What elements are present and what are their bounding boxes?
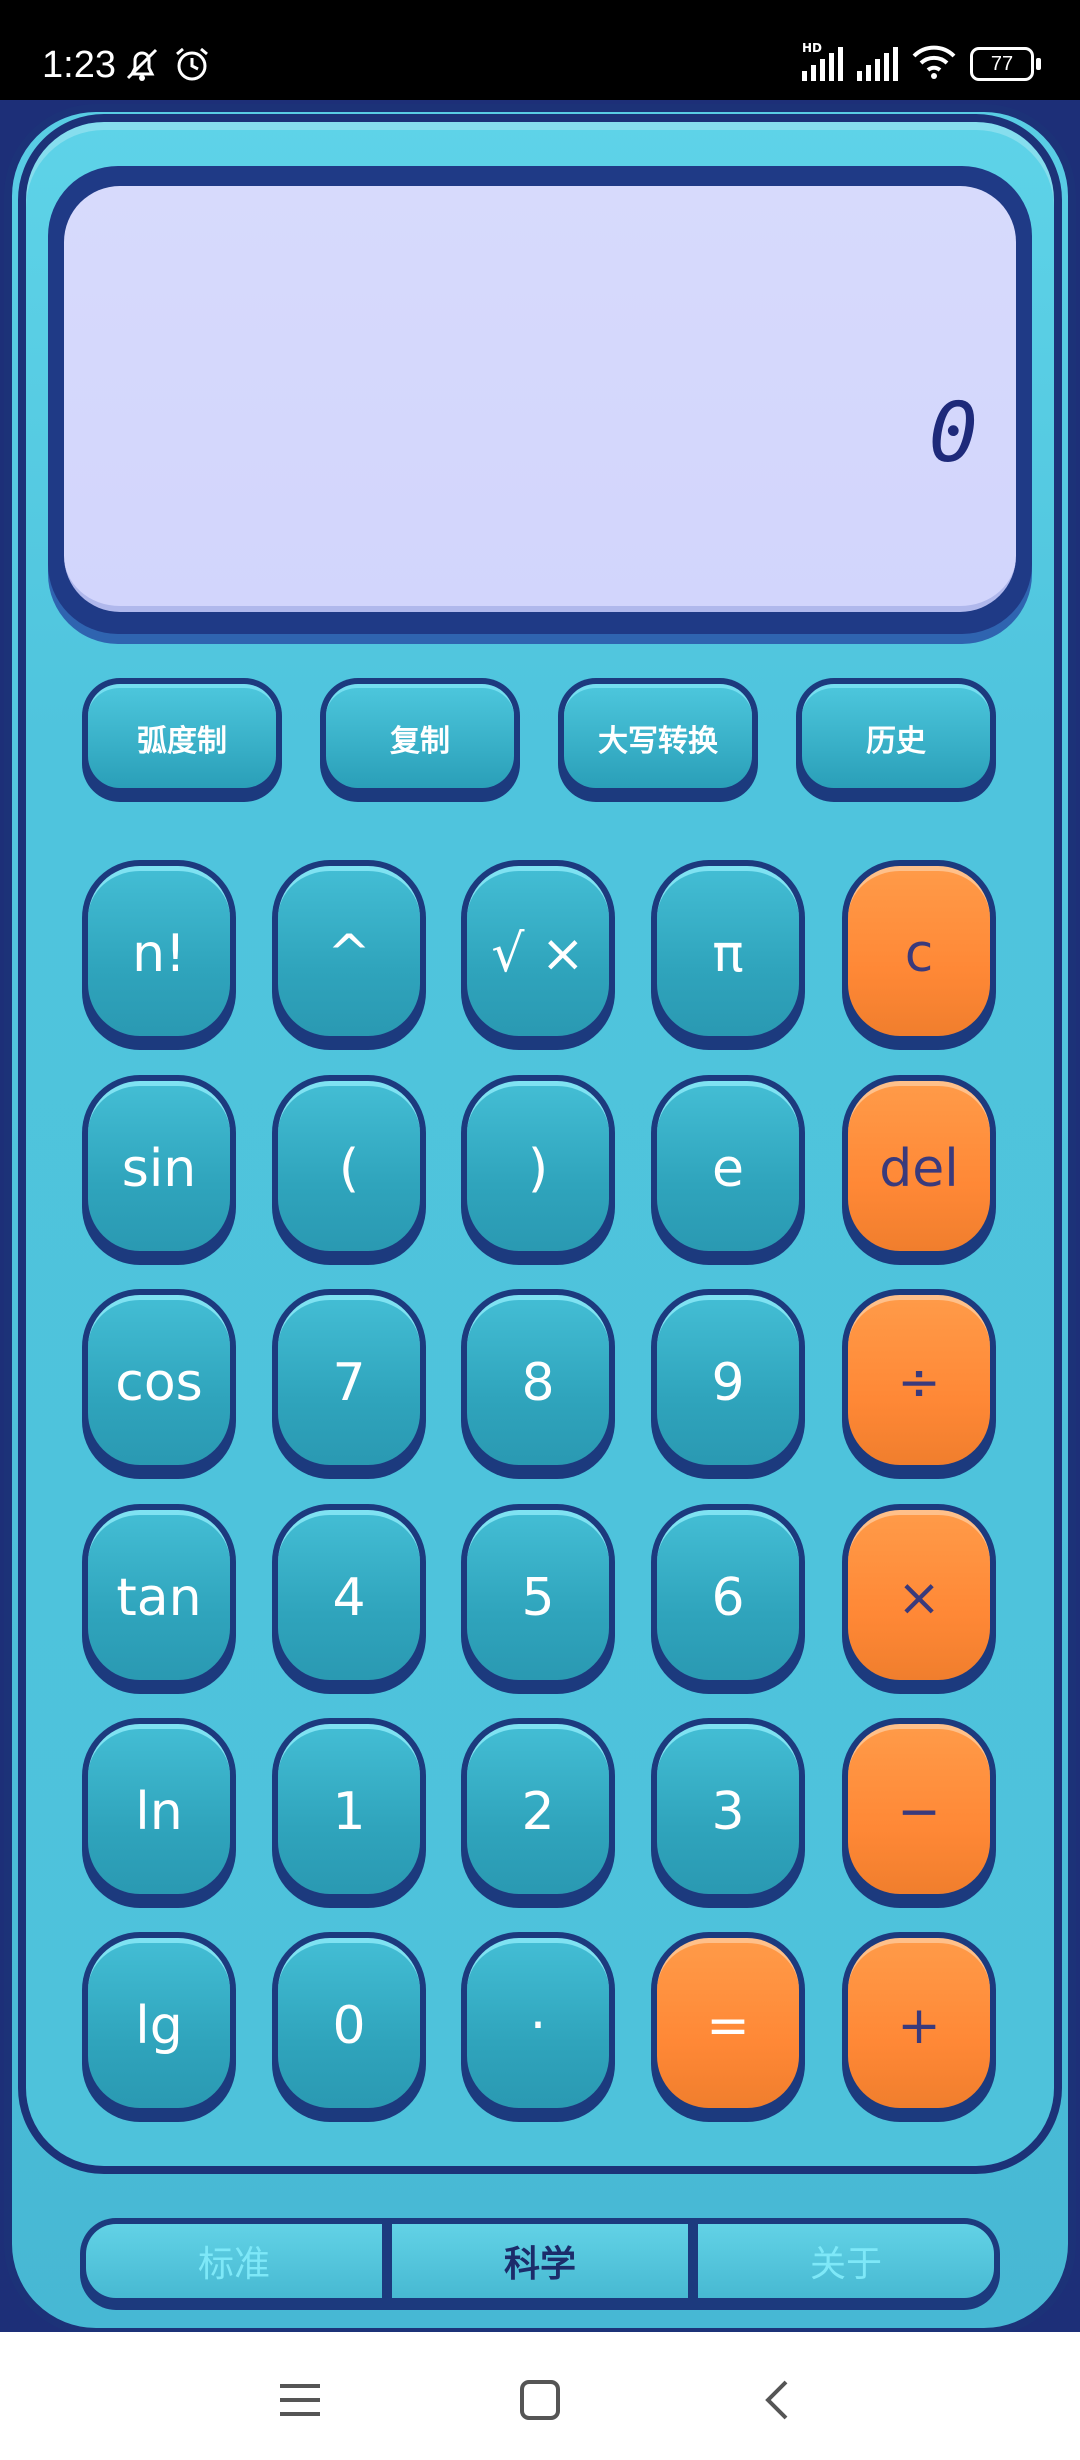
- lg-key-label: lg: [88, 1938, 230, 2108]
- status-time: 1:23: [42, 44, 116, 86]
- digit-8-key-label: 8: [467, 1295, 609, 1465]
- copy-button[interactable]: 复制: [320, 678, 520, 802]
- factorial-key-label: n!: [88, 866, 230, 1036]
- multiply-key-label: ×: [848, 1510, 990, 1680]
- digit-1-key[interactable]: 1: [272, 1718, 426, 1908]
- right-paren-key[interactable]: ): [461, 1075, 615, 1265]
- back-icon[interactable]: [748, 2370, 808, 2430]
- digit-5-key[interactable]: 5: [461, 1504, 615, 1694]
- add-key-label: +: [848, 1938, 990, 2108]
- digit-4-key[interactable]: 4: [272, 1504, 426, 1694]
- function-row: 弧度制 复制 大写转换 历史: [82, 678, 1000, 806]
- tan-key-label: tan: [88, 1510, 230, 1680]
- status-indicators: HD 77: [802, 41, 1041, 84]
- home-icon[interactable]: [510, 2370, 570, 2430]
- cos-key[interactable]: cos: [82, 1289, 236, 1479]
- digit-4-key-label: 4: [278, 1510, 420, 1680]
- cos-key-label: cos: [88, 1295, 230, 1465]
- history-button[interactable]: 历史: [796, 678, 996, 802]
- uppercase-convert-button[interactable]: 大写转换: [558, 678, 758, 802]
- digit-2-key-label: 2: [467, 1724, 609, 1894]
- multiply-key[interactable]: ×: [842, 1504, 996, 1694]
- divide-key-label: ÷: [848, 1295, 990, 1465]
- delete-key[interactable]: del: [842, 1075, 996, 1265]
- copy-label: 复制: [326, 684, 514, 788]
- factorial-key[interactable]: n!: [82, 860, 236, 1050]
- menu-icon[interactable]: [270, 2370, 330, 2430]
- lg-key[interactable]: lg: [82, 1932, 236, 2122]
- radian-mode-button[interactable]: 弧度制: [82, 678, 282, 802]
- radian-mode-label: 弧度制: [88, 684, 276, 788]
- pi-key[interactable]: π: [651, 860, 805, 1050]
- display-screen: 0: [64, 186, 1016, 612]
- wifi-icon: [912, 44, 956, 84]
- sin-key-label: sin: [88, 1081, 230, 1251]
- sqrt-key[interactable]: √ ×: [461, 860, 615, 1050]
- digit-2-key[interactable]: 2: [461, 1718, 615, 1908]
- signal-icon: HD: [802, 41, 843, 81]
- left-paren-key[interactable]: (: [272, 1075, 426, 1265]
- history-label: 历史: [802, 684, 990, 788]
- equals-key-label: =: [657, 1938, 799, 2108]
- digit-5-key-label: 5: [467, 1510, 609, 1680]
- digit-0-key[interactable]: 0: [272, 1932, 426, 2122]
- tan-key[interactable]: tan: [82, 1504, 236, 1694]
- display-value: 0: [928, 386, 978, 481]
- power-key[interactable]: ^: [272, 860, 426, 1050]
- add-key[interactable]: +: [842, 1932, 996, 2122]
- left-paren-key-label: (: [278, 1081, 420, 1251]
- pi-key-label: π: [657, 866, 799, 1036]
- digit-9-key[interactable]: 9: [651, 1289, 805, 1479]
- digit-1-key-label: 1: [278, 1724, 420, 1894]
- digit-3-key[interactable]: 3: [651, 1718, 805, 1908]
- decimal-key[interactable]: ·: [461, 1932, 615, 2122]
- sqrt-key-label: √ ×: [467, 866, 609, 1036]
- clear-key[interactable]: c: [842, 860, 996, 1050]
- subtract-key[interactable]: −: [842, 1718, 996, 1908]
- subtract-key-label: −: [848, 1724, 990, 1894]
- e-key[interactable]: e: [651, 1075, 805, 1265]
- alarm-icon: [172, 44, 212, 84]
- digit-6-key[interactable]: 6: [651, 1504, 805, 1694]
- sin-key[interactable]: sin: [82, 1075, 236, 1265]
- right-paren-key-label: ): [467, 1081, 609, 1251]
- navigation-bar: [0, 2332, 1080, 2460]
- equals-key[interactable]: =: [651, 1932, 805, 2122]
- status-bar: 1:23 HD 77: [0, 0, 1080, 100]
- mode-tabs: 标准 科学 关于: [80, 2218, 1000, 2310]
- digit-7-key[interactable]: 7: [272, 1289, 426, 1479]
- divide-key[interactable]: ÷: [842, 1289, 996, 1479]
- e-key-label: e: [657, 1081, 799, 1251]
- digit-7-key-label: 7: [278, 1295, 420, 1465]
- battery-icon: 77: [970, 47, 1041, 81]
- ln-key[interactable]: ln: [82, 1718, 236, 1908]
- delete-key-label: del: [848, 1081, 990, 1251]
- mute-bell-icon: [122, 44, 162, 84]
- ln-key-label: ln: [88, 1724, 230, 1894]
- digit-9-key-label: 9: [657, 1295, 799, 1465]
- uppercase-convert-label: 大写转换: [564, 684, 752, 788]
- digit-6-key-label: 6: [657, 1510, 799, 1680]
- tab-about[interactable]: 关于: [698, 2224, 994, 2298]
- decimal-key-label: ·: [467, 1938, 609, 2108]
- signal-icon: [857, 47, 898, 81]
- digit-0-key-label: 0: [278, 1938, 420, 2108]
- tab-standard[interactable]: 标准: [86, 2224, 382, 2298]
- clear-key-label: c: [848, 866, 990, 1036]
- tab-scientific[interactable]: 科学: [392, 2224, 688, 2298]
- power-key-label: ^: [278, 866, 420, 1036]
- digit-8-key[interactable]: 8: [461, 1289, 615, 1479]
- digit-3-key-label: 3: [657, 1724, 799, 1894]
